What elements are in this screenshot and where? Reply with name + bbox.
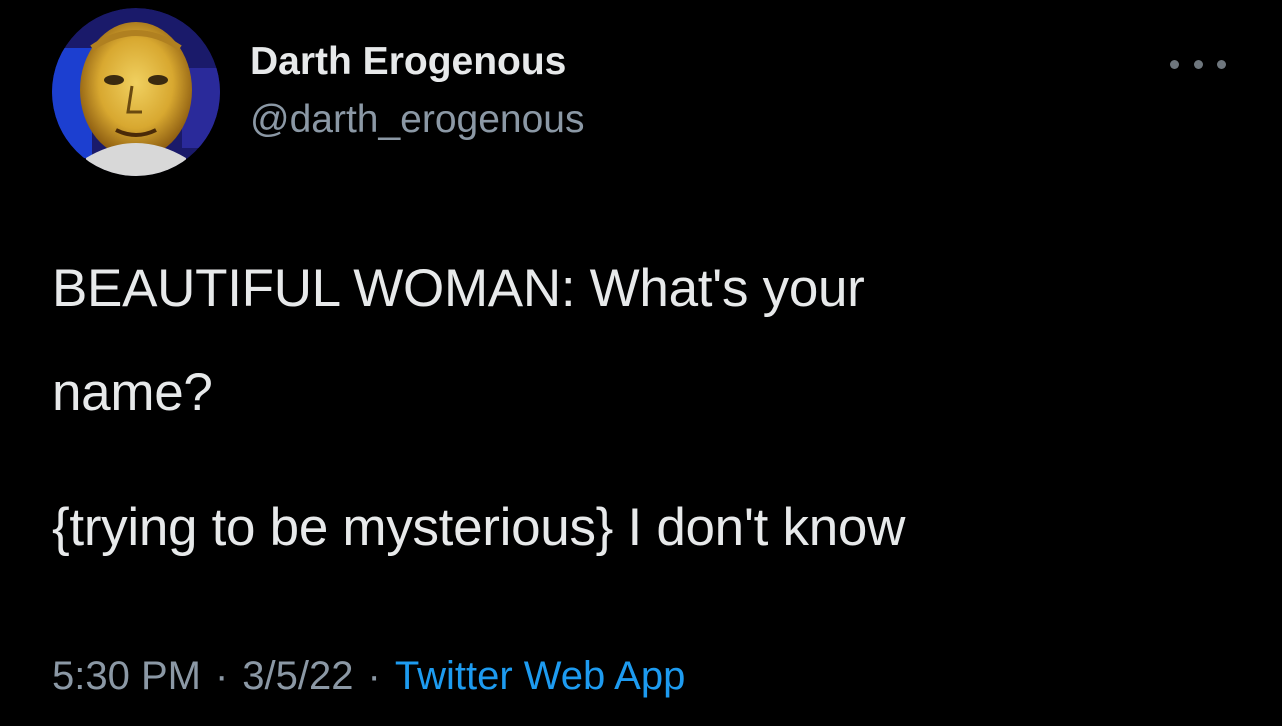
avatar[interactable]: [52, 8, 220, 176]
tweet-time[interactable]: 5:30 PM: [52, 654, 201, 698]
more-dot: [1170, 59, 1179, 69]
author-display-name[interactable]: Darth Erogenous: [250, 40, 566, 84]
meta-separator: ·: [367, 654, 381, 698]
tweet-meta: 5:30 PM · 3/5/22 · Twitter Web App: [52, 654, 685, 699]
more-dot: [1217, 59, 1226, 69]
meta-separator: ·: [214, 654, 229, 698]
more-options-icon[interactable]: [1170, 52, 1226, 76]
tweet-source-link[interactable]: Twitter Web App: [395, 654, 686, 698]
author-handle[interactable]: @darth_erogenous: [250, 98, 585, 142]
tweet-date[interactable]: 3/5/22: [242, 654, 353, 698]
more-dot: [1193, 59, 1203, 69]
tweet-text-line: BEAUTIFUL WOMAN: What's your: [52, 259, 865, 318]
tweet-card: Darth Erogenous @darth_erogenous BEAUTIF…: [0, 0, 1282, 726]
tweet-text-line: name?: [52, 363, 213, 422]
avatar-portrait-icon: [52, 8, 220, 176]
tweet-text-line: {trying to be mysterious} I don't know: [52, 498, 906, 557]
